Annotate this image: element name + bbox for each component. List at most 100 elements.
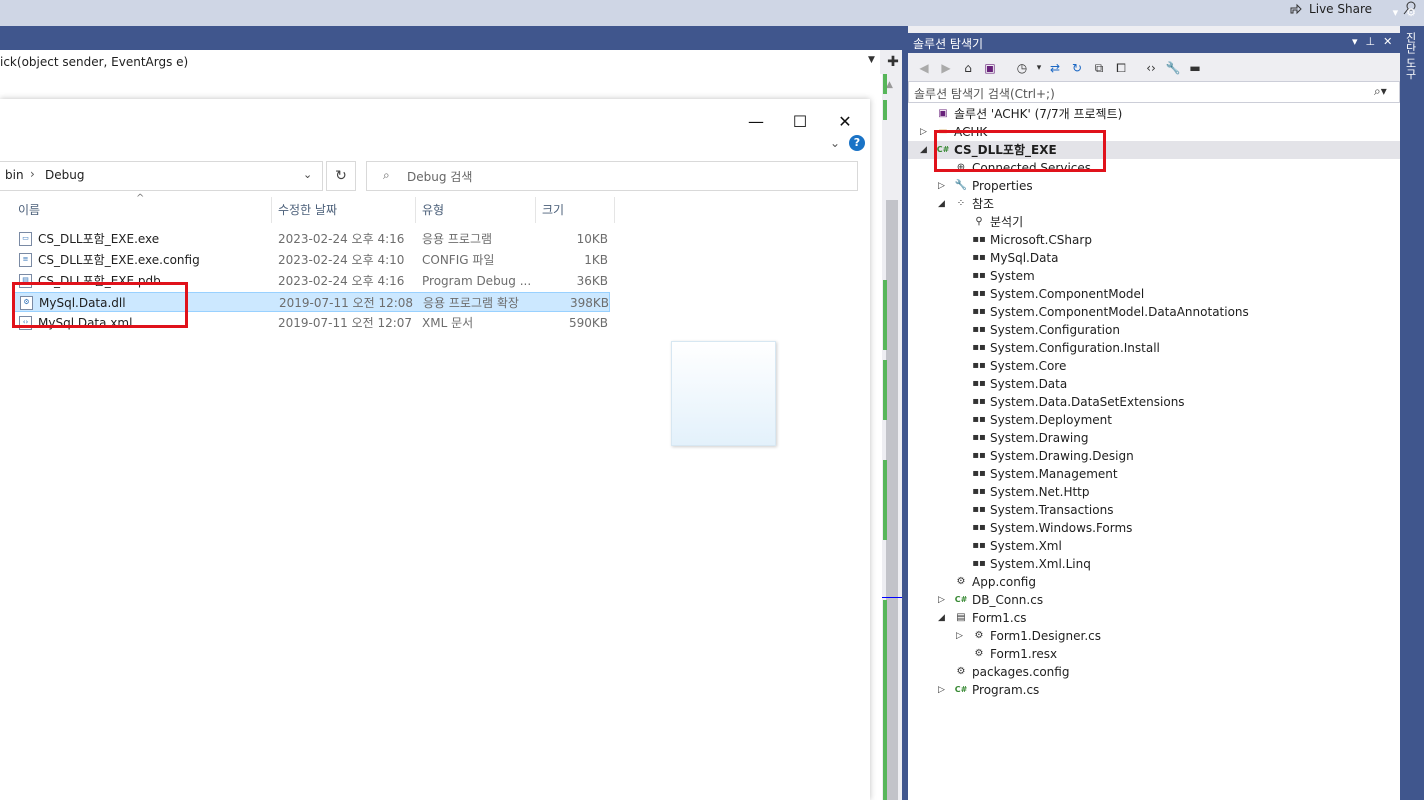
column-header-type[interactable]: 유형	[422, 201, 444, 221]
gear-icon[interactable]: ⚙	[1406, 6, 1416, 19]
live-share-button[interactable]: Live Share	[1289, 0, 1372, 18]
column-header-modified[interactable]: 수정한 날짜	[278, 201, 337, 221]
chevron-down-icon[interactable]: ▾	[1352, 35, 1358, 48]
tree-node[interactable]: ▪▪ System.ComponentModel	[908, 285, 1400, 303]
tree-node[interactable]: ▪▪ System.Core	[908, 357, 1400, 375]
properties-wrench-icon[interactable]: 🔧	[1165, 60, 1181, 76]
tree-node[interactable]: ▪▪ System.Net.Http	[908, 483, 1400, 501]
sort-ascending-icon: ^	[136, 193, 145, 204]
column-header-name[interactable]: 이름	[18, 201, 40, 221]
tree-node[interactable]: ▪▪ System.Windows.Forms	[908, 519, 1400, 537]
tree-node[interactable]: ▪▪ System.Deployment	[908, 411, 1400, 429]
close-button[interactable]: ✕	[822, 106, 868, 138]
minimize-button[interactable]: —	[733, 106, 779, 138]
address-history-chevron-icon[interactable]: ⌄	[303, 168, 312, 181]
expand-arrow-icon[interactable]: ▷	[920, 123, 927, 141]
tree-node[interactable]: ⚙ packages.config	[908, 663, 1400, 681]
tree-node[interactable]: ▷ C# DB_Conn.cs	[908, 591, 1400, 609]
pin-icon[interactable]: ⊥	[1366, 35, 1376, 48]
maximize-button[interactable]: ☐	[777, 106, 823, 138]
highlight-box	[12, 282, 188, 328]
sync-icon[interactable]: ⇄	[1047, 60, 1063, 76]
back-icon[interactable]: ◀	[916, 60, 932, 76]
chevron-down-icon[interactable]: ▾	[1031, 60, 1047, 76]
reference-icon: ▪▪	[972, 432, 986, 443]
tree-node[interactable]: ▪▪ System.Configuration	[908, 321, 1400, 339]
collapse-arrow-icon[interactable]: ◢	[938, 609, 945, 627]
column-divider[interactable]	[614, 197, 615, 223]
tree-node-label: System.Transactions	[990, 503, 1114, 517]
split-editor-icon[interactable]: ✚	[882, 52, 904, 74]
tree-node[interactable]: ▷ ⚙ Form1.Designer.cs	[908, 627, 1400, 645]
chevron-down-icon[interactable]: ▾	[1393, 6, 1399, 19]
tree-node[interactable]: ▣ 솔루션 'ACHK' (7/7개 프로젝트)	[908, 105, 1400, 123]
diagnostic-tools-tab-label[interactable]: 진단 도구	[1404, 32, 1418, 80]
tree-node[interactable]: ▷ 🔧 Properties	[908, 177, 1400, 195]
tree-node[interactable]: ▷ C# Program.cs	[908, 681, 1400, 699]
refresh-icon[interactable]: ↻	[1069, 60, 1085, 76]
forward-icon[interactable]: ▶	[938, 60, 954, 76]
tree-node[interactable]: ▪▪ System.Management	[908, 465, 1400, 483]
tree-node[interactable]: ⚙ Form1.resx	[908, 645, 1400, 663]
tree-node-label: Form1.resx	[990, 647, 1058, 661]
solution-explorer-search-placeholder[interactable]: 솔루션 탐색기 검색(Ctrl+;)	[914, 85, 1055, 102]
tree-node[interactable]: ▪▪ System.Transactions	[908, 501, 1400, 519]
expand-arrow-icon[interactable]: ▷	[956, 627, 963, 645]
breadcrumb-bin[interactable]: bin	[5, 168, 24, 182]
tree-node-label: App.config	[972, 575, 1036, 589]
expand-ribbon-icon[interactable]: ⌄	[830, 136, 840, 150]
file-modified: 2023-02-24 오후 4:16	[278, 232, 405, 246]
file-row[interactable]: ▭ CS_DLL포함_EXE.exe 2023-02-24 오후 4:16 응용 프로…	[14, 229, 610, 249]
preview-icon[interactable]: ▬	[1187, 60, 1203, 76]
tree-node[interactable]: ▪▪ System.Drawing	[908, 429, 1400, 447]
tree-node[interactable]: ▪▪ Microsoft.CSharp	[908, 231, 1400, 249]
column-divider[interactable]	[535, 197, 536, 223]
breadcrumb-debug[interactable]: Debug	[45, 168, 84, 182]
scroll-up-icon[interactable]: ▲	[886, 80, 893, 90]
tree-node[interactable]: ▪▪ System.Data	[908, 375, 1400, 393]
dropdown-arrow-icon[interactable]: ▼	[868, 55, 875, 65]
expand-arrow-icon[interactable]: ▷	[938, 591, 945, 609]
expand-arrow-icon[interactable]: ▷	[938, 177, 945, 195]
tree-node[interactable]: ⚲ 분석기	[908, 213, 1400, 231]
search-icon[interactable]: ⌕▾	[1374, 84, 1387, 99]
live-share-label: Live Share	[1309, 2, 1372, 16]
collapse-arrow-icon[interactable]: ◢	[938, 195, 945, 213]
tree-node[interactable]: ▪▪ System.Configuration.Install	[908, 339, 1400, 357]
tree-node-label: System.Data	[990, 377, 1068, 391]
tree-node[interactable]: ▪▪ System.ComponentModel.DataAnnotations	[908, 303, 1400, 321]
file-row[interactable]: ≡ CS_DLL포함_EXE.exe.config 2023-02-24 오후 4:…	[14, 250, 610, 270]
history-icon[interactable]: ◷	[1014, 60, 1030, 76]
refresh-button[interactable]: ↻	[326, 161, 356, 191]
tree-node[interactable]: ▪▪ System.Xml	[908, 537, 1400, 555]
tree-node[interactable]: ◢ ▤ Form1.cs	[908, 609, 1400, 627]
home-icon[interactable]: ⌂	[960, 60, 976, 76]
column-divider[interactable]	[271, 197, 272, 223]
tree-node[interactable]: ▪▪ System	[908, 267, 1400, 285]
file-size: 590KB	[568, 316, 608, 330]
explorer-search-placeholder[interactable]: Debug 검색	[407, 168, 472, 185]
tree-node[interactable]: ▪▪ MySql.Data	[908, 249, 1400, 267]
column-divider[interactable]	[415, 197, 416, 223]
expand-arrow-icon[interactable]: ▷	[938, 681, 945, 699]
close-icon[interactable]: ✕	[1383, 35, 1392, 48]
scrollbar-thumb[interactable]	[886, 200, 898, 800]
column-header-size[interactable]: 크기	[542, 201, 564, 221]
help-icon[interactable]: ?	[849, 135, 865, 151]
tree-node[interactable]: ▪▪ System.Data.DataSetExtensions	[908, 393, 1400, 411]
tree-node[interactable]: ◢ ⁘ 참조	[908, 195, 1400, 213]
tree-node[interactable]: ▪▪ System.Drawing.Design	[908, 447, 1400, 465]
switch-views-icon[interactable]: ▣	[982, 60, 998, 76]
diagnostic-tools-side-tab[interactable]	[1400, 26, 1424, 800]
tree-node[interactable]: ⚙ App.config	[908, 573, 1400, 591]
file-modified: 2023-02-24 오후 4:16	[278, 274, 405, 288]
breadcrumb-separator-icon[interactable]: ›	[30, 167, 35, 181]
view-code-icon[interactable]: ‹›	[1143, 60, 1159, 76]
tree-node[interactable]: ▪▪ System.Xml.Linq	[908, 555, 1400, 573]
collapse-all-icon[interactable]: ⧉	[1091, 60, 1107, 76]
show-all-files-icon[interactable]: ⧠	[1113, 60, 1129, 76]
collapse-arrow-icon[interactable]: ◢	[920, 141, 927, 159]
member-dropdown-value[interactable]: ick(object sender, EventArgs e)	[0, 55, 188, 69]
reference-icon: ▪▪	[972, 396, 986, 407]
solution-explorer-title: 솔루션 탐색기	[913, 37, 984, 51]
